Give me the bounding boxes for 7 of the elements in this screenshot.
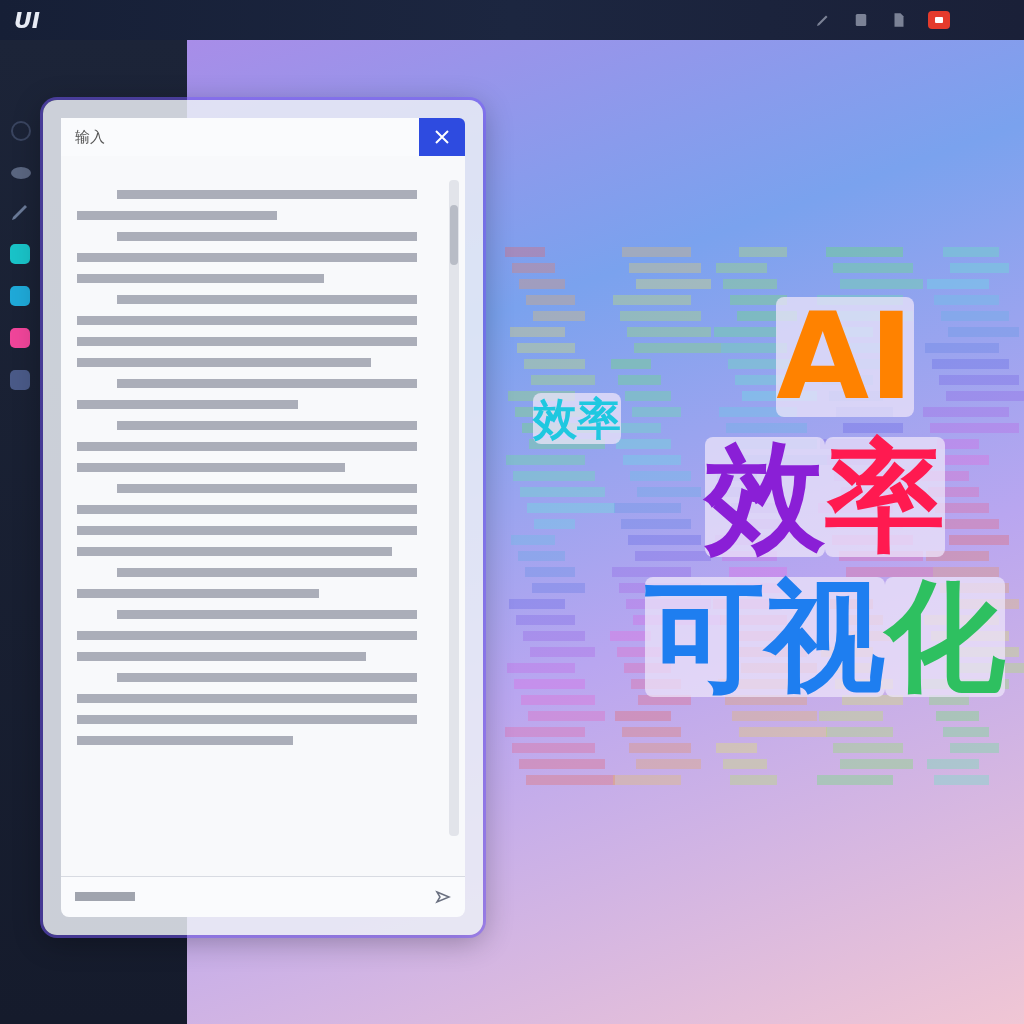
word-cloud-word: 效 (705, 437, 825, 557)
word-cloud-word: AI (776, 297, 914, 417)
word-cloud-word: 效率 (533, 393, 621, 444)
word-cloud-word: 化 (885, 577, 1005, 697)
word-cloud-word: 可视 (645, 577, 885, 697)
app-logo: UI (14, 7, 41, 33)
dialog-title: 输入 (61, 118, 419, 156)
